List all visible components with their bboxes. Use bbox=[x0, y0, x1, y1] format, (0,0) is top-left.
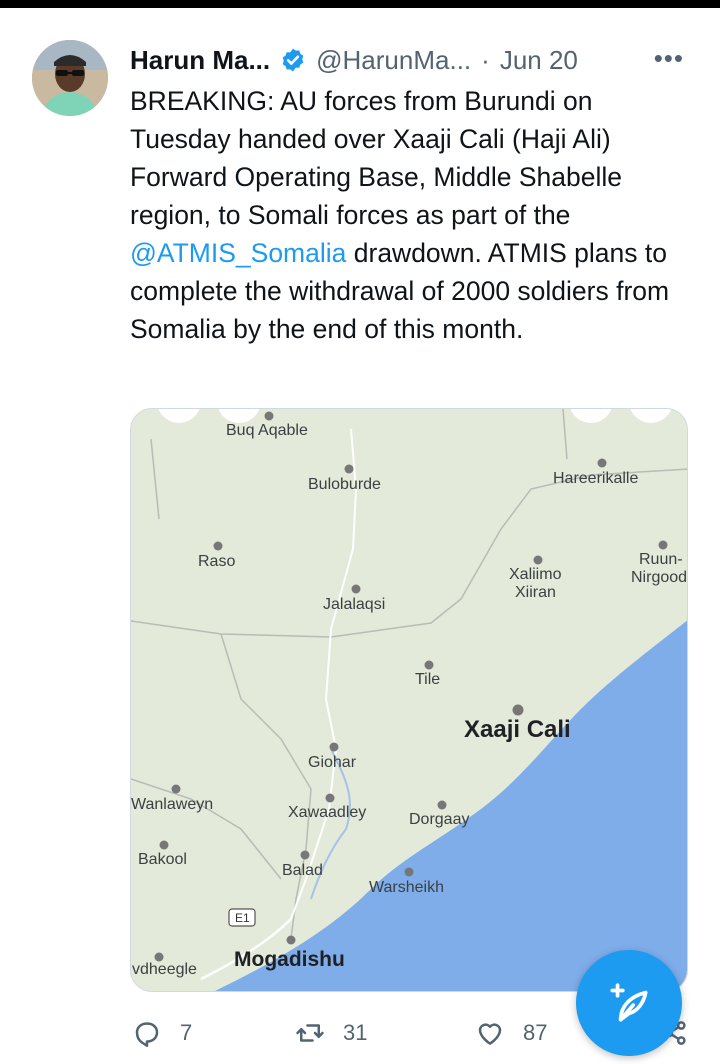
reply-icon bbox=[135, 1022, 159, 1047]
place-dot bbox=[597, 458, 607, 468]
map-label: Hareerikalle bbox=[553, 470, 638, 487]
map-canvas: Buq Aqable Buloburde Hareerikalle Raso R… bbox=[131, 409, 687, 991]
map-label: Xawaadley bbox=[288, 804, 366, 821]
retweet-icon bbox=[296, 1024, 324, 1042]
map-label: Ruun- bbox=[639, 551, 683, 568]
place-dot bbox=[300, 850, 310, 860]
author-display-name[interactable]: Harun Ma... bbox=[130, 45, 270, 76]
place-dot bbox=[159, 840, 169, 850]
map-label: Raso bbox=[198, 553, 235, 570]
status-bar bbox=[0, 0, 720, 8]
place-dot bbox=[437, 800, 447, 810]
place-dot bbox=[658, 540, 668, 550]
retweet-button[interactable]: 31 bbox=[295, 1010, 367, 1056]
place-dot bbox=[424, 660, 434, 670]
place-dot bbox=[404, 867, 414, 877]
place-dot bbox=[171, 784, 181, 794]
map-label: Giohar bbox=[308, 754, 357, 771]
compose-feather-icon bbox=[610, 983, 648, 1022]
tweet-text: BREAKING: AU forces from Burundi on Tues… bbox=[130, 82, 690, 348]
place-dot bbox=[286, 935, 296, 945]
verified-badge-icon bbox=[282, 48, 304, 72]
place-dot bbox=[351, 584, 361, 594]
map-label: Buq Aqable bbox=[226, 422, 308, 439]
map-label-city: Mogadishu bbox=[234, 948, 345, 971]
place-dot bbox=[264, 411, 274, 421]
map-label: Tile bbox=[415, 671, 440, 688]
tweet-date[interactable]: Jun 20 bbox=[500, 45, 578, 76]
map-label: Nirgood bbox=[631, 569, 687, 586]
author-handle[interactable]: @HarunMa... bbox=[316, 45, 471, 76]
place-dot bbox=[533, 555, 543, 565]
like-count: 87 bbox=[523, 1020, 548, 1045]
compose-tweet-button[interactable] bbox=[576, 950, 682, 1056]
tweet-text-part: BREAKING: AU forces from Burundi on Tues… bbox=[130, 86, 622, 230]
place-dot bbox=[344, 464, 354, 474]
avatar-image bbox=[32, 40, 108, 116]
heart-icon bbox=[478, 1023, 502, 1045]
map-label: Xaliimo bbox=[509, 566, 562, 583]
place-dot bbox=[512, 704, 524, 716]
reply-count: 7 bbox=[180, 1020, 193, 1045]
map-label: vdheegle bbox=[132, 961, 197, 978]
more-options-icon[interactable]: ••• bbox=[654, 45, 684, 71]
map-label-primary: Xaaji Cali bbox=[464, 716, 571, 743]
map-label: Warsheikh bbox=[369, 879, 444, 896]
like-button[interactable]: 87 bbox=[475, 1010, 547, 1056]
tweet-header: Harun Ma... @HarunMa... · Jun 20 ••• bbox=[130, 42, 700, 78]
map-label: Wanlaweyn bbox=[131, 796, 213, 813]
avatar[interactable] bbox=[32, 40, 108, 116]
map-label: Xiiran bbox=[515, 584, 556, 601]
place-dot bbox=[329, 742, 339, 752]
place-dot bbox=[325, 793, 335, 803]
retweet-count: 31 bbox=[343, 1020, 368, 1045]
reply-button[interactable]: 7 bbox=[132, 1010, 192, 1056]
map-image[interactable]: Buq Aqable Buloburde Hareerikalle Raso R… bbox=[130, 408, 688, 992]
place-dot bbox=[213, 541, 223, 551]
mention-link[interactable]: @ATMIS_Somalia bbox=[130, 238, 346, 268]
road-shield-label: E1 bbox=[235, 911, 250, 925]
separator-dot: · bbox=[481, 44, 490, 75]
map-label: Bakool bbox=[138, 851, 187, 868]
map-label: Jalalaqsi bbox=[323, 596, 385, 613]
map-label: Balad bbox=[282, 862, 323, 879]
map-label: Dorgaay bbox=[409, 811, 469, 828]
map-label: Buloburde bbox=[308, 476, 381, 493]
